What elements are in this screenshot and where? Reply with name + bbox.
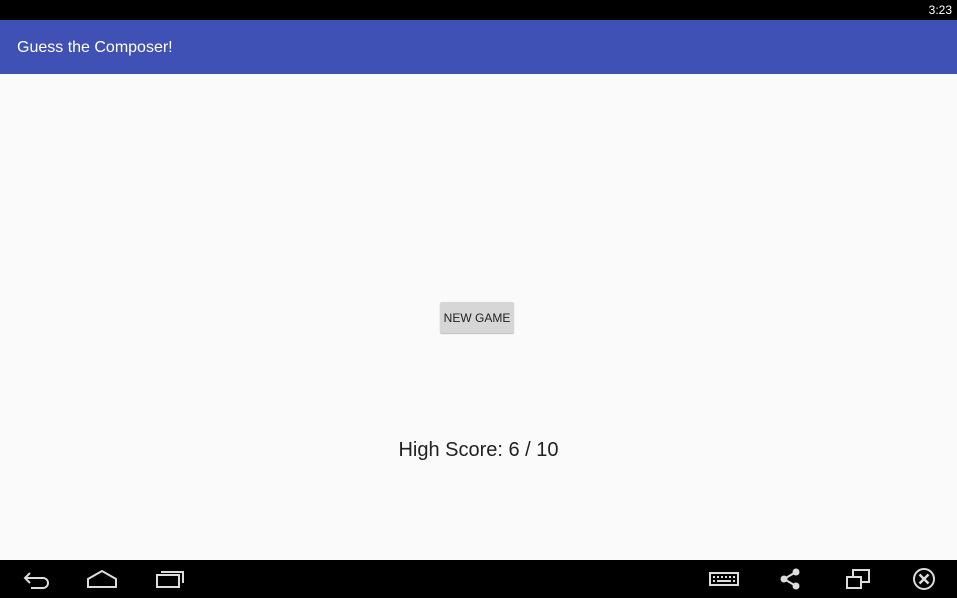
app-title: Guess the Composer! bbox=[17, 39, 173, 56]
recent-apps-icon bbox=[156, 571, 184, 588]
share-button[interactable] bbox=[772, 560, 808, 598]
back-icon bbox=[23, 572, 49, 589]
new-game-button[interactable]: NEW GAME bbox=[440, 302, 514, 333]
status-bar: 3:23 bbox=[0, 0, 957, 20]
close-icon bbox=[913, 568, 935, 590]
recent-apps-button[interactable] bbox=[152, 560, 188, 598]
close-button[interactable] bbox=[906, 560, 942, 598]
main-content: NEW GAME High Score: 6 / 10 bbox=[0, 74, 957, 560]
home-button[interactable] bbox=[84, 560, 120, 598]
keyboard-icon bbox=[709, 572, 739, 586]
rotate-screen-icon bbox=[846, 569, 870, 589]
home-icon bbox=[87, 569, 117, 588]
app-bar: Guess the Composer! bbox=[0, 20, 957, 74]
navigation-bar bbox=[0, 560, 957, 598]
high-score-text: High Score: 6 / 10 bbox=[398, 439, 559, 461]
rotate-screen-button[interactable] bbox=[840, 560, 876, 598]
keyboard-button[interactable] bbox=[706, 560, 742, 598]
back-button[interactable] bbox=[18, 560, 54, 598]
share-icon bbox=[780, 568, 800, 590]
status-time: 3:23 bbox=[928, 3, 952, 17]
